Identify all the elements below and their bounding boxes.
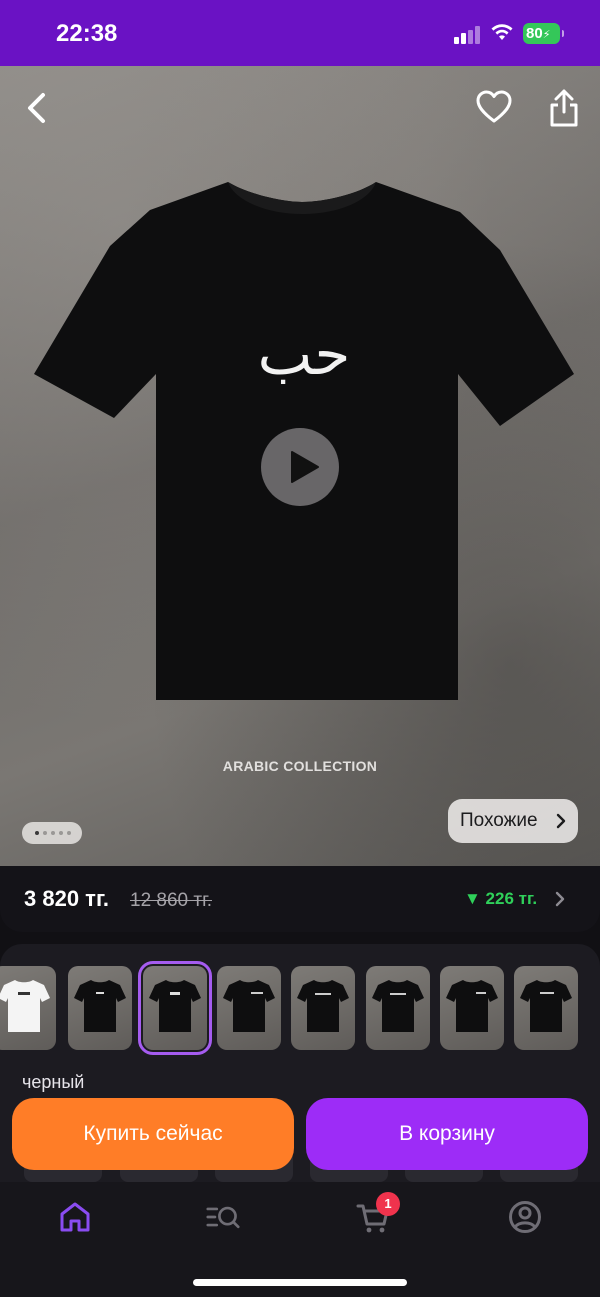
battery-level: 80 bbox=[526, 25, 543, 42]
variant-thumb-black[interactable] bbox=[366, 966, 430, 1050]
variant-thumb-black[interactable] bbox=[68, 966, 132, 1050]
price-row[interactable]: 3 820 тг. 12 860 тг. ▼ 226 тг. bbox=[0, 866, 600, 932]
variant-thumb-black[interactable] bbox=[291, 966, 355, 1050]
share-icon[interactable] bbox=[548, 88, 580, 128]
profile-icon[interactable] bbox=[508, 1200, 542, 1234]
variant-thumb-black[interactable] bbox=[514, 966, 578, 1050]
chevron-right-icon bbox=[556, 813, 566, 829]
home-indicator bbox=[193, 1279, 407, 1286]
tshirt-thumb-icon bbox=[0, 980, 50, 1032]
chevron-right-icon bbox=[555, 891, 565, 907]
cart-badge: 1 bbox=[376, 1192, 400, 1216]
similar-label: Похожие bbox=[460, 810, 538, 831]
tshirt-thumb-icon bbox=[149, 980, 201, 1032]
selected-color-label: черный bbox=[22, 1072, 85, 1092]
tshirt-thumb-icon bbox=[520, 980, 572, 1032]
add-to-cart-button[interactable]: В корзину bbox=[306, 1098, 588, 1170]
image-pagination-dots bbox=[22, 822, 82, 844]
battery-tip bbox=[562, 30, 564, 37]
variant-thumb-black-selected[interactable] bbox=[138, 961, 212, 1055]
current-price: 3 820 тг. bbox=[24, 886, 110, 911]
collection-label: ARABIC COLLECTION bbox=[222, 758, 378, 774]
tshirt-thumb-icon bbox=[372, 980, 424, 1032]
signal-icon bbox=[454, 26, 482, 44]
tshirt-thumb-icon bbox=[74, 980, 126, 1032]
cashback-amount: ▼ 226 тг. bbox=[464, 889, 538, 908]
buy-now-button[interactable]: Купить сейчас bbox=[12, 1098, 294, 1170]
status-time: 22:38 bbox=[56, 20, 118, 47]
product-image-gallery[interactable]: حب ARABIC COLLECTION Похожие bbox=[0, 66, 600, 866]
back-icon[interactable] bbox=[22, 88, 52, 128]
tshirt-thumb-icon bbox=[297, 980, 349, 1032]
variant-thumb-black[interactable] bbox=[440, 966, 504, 1050]
play-icon bbox=[291, 451, 319, 483]
wifi-icon bbox=[491, 24, 513, 40]
tshirt-thumb-icon bbox=[223, 980, 275, 1032]
tshirt-thumb-icon bbox=[446, 980, 498, 1032]
old-price: 12 860 тг. bbox=[130, 890, 212, 911]
variant-thumb-black[interactable] bbox=[217, 966, 281, 1050]
status-bar: 22:38 80⚡ bbox=[0, 0, 600, 66]
battery-indicator: 80⚡ bbox=[523, 23, 560, 44]
similar-button[interactable]: Похожие bbox=[448, 799, 578, 843]
catalog-search-icon[interactable] bbox=[206, 1200, 240, 1234]
variant-thumb-white[interactable] bbox=[0, 966, 56, 1050]
play-video-button[interactable] bbox=[261, 428, 339, 506]
home-icon[interactable] bbox=[58, 1200, 92, 1234]
heart-icon[interactable] bbox=[476, 90, 512, 124]
shirt-print-text: حب bbox=[258, 320, 351, 388]
